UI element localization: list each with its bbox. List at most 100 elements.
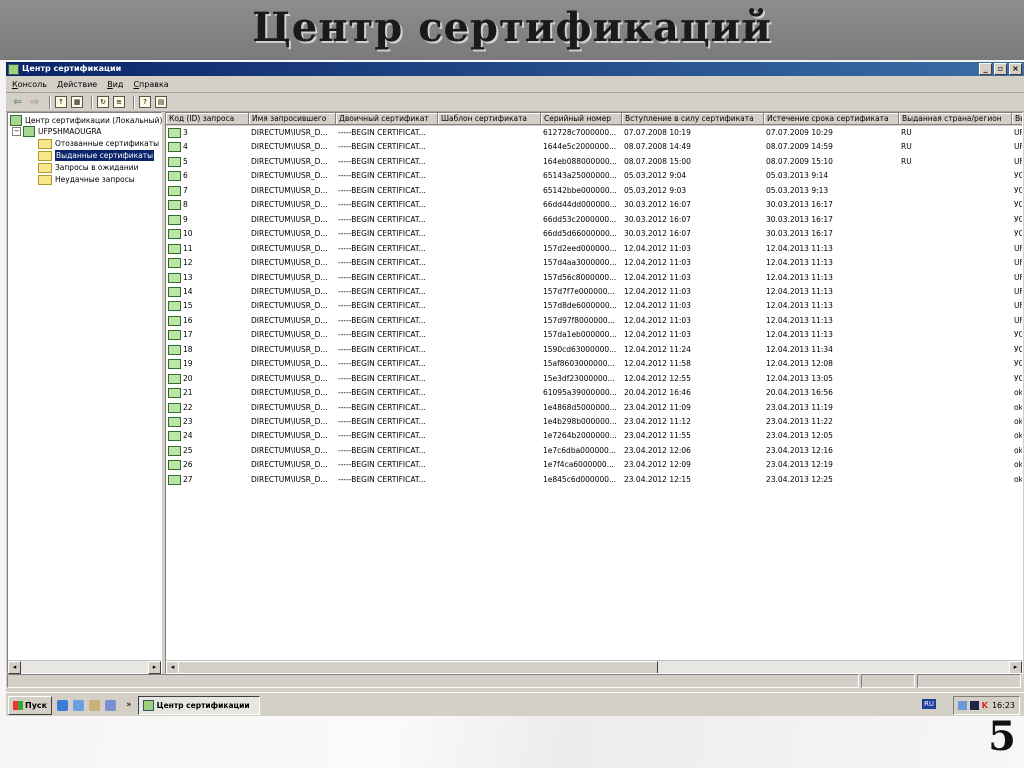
- column-header[interactable]: Шаблон сертификата: [438, 113, 541, 125]
- restore-button[interactable]: ▫: [994, 63, 1007, 75]
- tool-icon[interactable]: [89, 699, 101, 711]
- network-icon[interactable]: [957, 701, 967, 710]
- table-cell: DIRECTUM\IUSR_D...: [251, 315, 328, 325]
- table-cell: УС: [1014, 229, 1023, 239]
- table-row[interactable]: 11 DIRECTUM\IUSR_D... -----BEGIN CERTIFICA…: [166, 242, 1022, 257]
- request-id-cell: 16: [168, 314, 248, 328]
- menu-view[interactable]: Вид: [107, 80, 123, 89]
- column-header[interactable]: Выданная страна/регион: [899, 113, 1012, 125]
- column-header[interactable]: Код (ID) запроса: [166, 113, 249, 125]
- tree-item-revoked[interactable]: Отозванные сертификаты: [38, 138, 159, 149]
- refresh-icon[interactable]: ↻: [97, 96, 109, 108]
- table-row[interactable]: 5 DIRECTUM\IUSR_D... -----BEGIN CERTIFICAT…: [166, 155, 1022, 170]
- tree-item-label: Неудачные запросы: [55, 175, 135, 184]
- table-cell: -----BEGIN CERTIFICAT...: [338, 344, 426, 354]
- table-row[interactable]: 8 DIRECTUM\IUSR_D... -----BEGIN CERTIFICAT…: [166, 198, 1022, 213]
- table-row[interactable]: 27 DIRECTUM\IUSR_D... -----BEGIN CERTIFICA…: [166, 473, 1022, 488]
- folder-open-icon: [38, 150, 52, 161]
- tree-item-ca-root[interactable]: Центр сертификации (Локальный): [10, 115, 162, 126]
- table-cell: 20.04.2013 16:56: [766, 388, 833, 398]
- table-row[interactable]: 26 DIRECTUM\IUSR_D... -----BEGIN CERTIFICA…: [166, 458, 1022, 473]
- table-row[interactable]: 10 DIRECTUM\IUSR_D... -----BEGIN CERTIFICA…: [166, 227, 1023, 242]
- cell-text: 4: [183, 142, 188, 152]
- scroll-right-icon[interactable]: ▸: [148, 661, 161, 674]
- explorer-icon[interactable]: [73, 699, 85, 711]
- column-header[interactable]: Истечение срока сертификата: [764, 113, 899, 125]
- column-header[interactable]: Серийный номер: [541, 113, 622, 125]
- properties-icon[interactable]: ▤: [155, 96, 167, 108]
- cell-text: 13: [183, 272, 193, 282]
- table-row[interactable]: 24 DIRECTUM\IUSR_D... -----BEGIN CERTIFICA…: [166, 429, 1023, 444]
- tree-item-server[interactable]: − UFPSHMAOUGRA: [12, 126, 101, 137]
- table-row[interactable]: 22 DIRECTUM\IUSR_D... -----BEGIN CERTIFICA…: [166, 401, 1022, 416]
- antivirus-icon[interactable]: K: [982, 701, 988, 710]
- minimize-button[interactable]: _: [979, 63, 992, 75]
- column-header[interactable]: Двоичный сертификат: [336, 113, 438, 125]
- table-row[interactable]: 18 DIRECTUM\IUSR_D... -----BEGIN CERTIFICA…: [166, 343, 1022, 358]
- list-horizontal-scrollbar[interactable]: ◂ ▸: [166, 660, 1022, 673]
- table-row[interactable]: 17 DIRECTUM\IUSR_D... -----BEGIN CERTIFICA…: [166, 328, 1022, 343]
- tree-horizontal-scrollbar[interactable]: ◂ ▸: [8, 660, 161, 674]
- table-row[interactable]: 13 DIRECTUM\IUSR_D... -----BEGIN CERTIFICA…: [166, 271, 1022, 286]
- ie-icon[interactable]: [57, 699, 69, 711]
- tree-item-issued[interactable]: Выданные сертификаты: [38, 150, 155, 161]
- tree-item-pending[interactable]: Запросы в ожидании: [38, 162, 139, 173]
- app-icon[interactable]: [105, 699, 117, 711]
- table-row[interactable]: 20 DIRECTUM\IUSR_D... -----BEGIN CERTIFICA…: [166, 372, 1022, 387]
- table-row[interactable]: 3 DIRECTUM\IUSR_D... -----BEGIN CERTIFICAT…: [166, 126, 1022, 141]
- up-folder-icon[interactable]: ↑: [55, 96, 67, 108]
- cell-text: 18: [183, 344, 193, 354]
- monitor-icon[interactable]: [969, 701, 979, 710]
- collapse-icon[interactable]: −: [12, 127, 21, 136]
- table-cell: 08.07.2009 14:59: [766, 142, 833, 152]
- taskbar-item-ca[interactable]: Центр сертификации: [137, 695, 260, 715]
- window-title: Центр сертификации: [22, 64, 122, 73]
- menu-bar: Консоль Действие Вид Справка: [6, 76, 1024, 93]
- table-row[interactable]: 23 DIRECTUM\IUSR_D... -----BEGIN CERTIFICA…: [166, 415, 1022, 430]
- table-row[interactable]: 19 DIRECTUM\IUSR_D... -----BEGIN CERTIFICA…: [166, 357, 1022, 372]
- tree-item-label: UFPSHMAOUGRA: [38, 127, 102, 136]
- table-row[interactable]: 7 DIRECTUM\IUSR_D... -----BEGIN CERTIFICAT…: [166, 184, 1022, 199]
- export-list-icon[interactable]: ≡: [113, 96, 125, 108]
- start-button[interactable]: Пуск: [8, 695, 53, 715]
- column-header[interactable]: Вступление в силу сертификата: [622, 113, 764, 125]
- table-row[interactable]: 12 DIRECTUM\IUSR_D... -----BEGIN CERTIFICA…: [166, 256, 1022, 271]
- language-indicator[interactable]: RU: [922, 699, 936, 709]
- table-row[interactable]: 21 DIRECTUM\IUSR_D... -----BEGIN CERTIFICA…: [166, 386, 1022, 401]
- table-row[interactable]: 15 DIRECTUM\IUSR_D... -----BEGIN CERTIFICA…: [166, 299, 1022, 314]
- scroll-thumb[interactable]: [178, 661, 658, 673]
- close-button[interactable]: ×: [1009, 63, 1022, 75]
- certificate-icon: [168, 142, 181, 153]
- table-cell: 12.04.2013 11:13: [766, 258, 833, 268]
- request-id-cell: 5: [168, 155, 248, 169]
- table-row[interactable]: 9 DIRECTUM\IUSR_D... -----BEGIN CERTIFICAT…: [166, 213, 1022, 228]
- column-header[interactable]: Имя запросившего: [249, 113, 336, 125]
- scroll-right-icon[interactable]: ▸: [1009, 661, 1022, 673]
- table-cell: DIRECTUM\IUSR_D...: [251, 272, 328, 282]
- table-cell: 23.04.2012 12:15: [624, 474, 691, 484]
- table-row[interactable]: 25 DIRECTUM\IUSR_D... -----BEGIN CERTIFICA…: [166, 444, 1022, 459]
- table-cell: -----BEGIN CERTIFICAT...: [338, 431, 426, 441]
- menu-help[interactable]: Справка: [133, 80, 168, 89]
- back-arrow-icon[interactable]: ⇦: [11, 96, 24, 108]
- column-header[interactable]: Вь: [1012, 113, 1022, 125]
- taskbar-item-label: Центр сертификации: [156, 700, 250, 710]
- tree-item-failed[interactable]: Неудачные запросы: [38, 174, 135, 185]
- table-row[interactable]: 16 DIRECTUM\IUSR_D... -----BEGIN CERTIFICA…: [166, 314, 1022, 329]
- chevron-icon[interactable]: »: [126, 700, 132, 710]
- table-cell: ok: [1014, 431, 1023, 441]
- help-icon[interactable]: ?: [139, 96, 151, 108]
- table-row[interactable]: 4 DIRECTUM\IUSR_D... -----BEGIN CERTIFICAT…: [166, 140, 1022, 155]
- forward-arrow-icon[interactable]: ⇨: [28, 96, 41, 108]
- menu-console[interactable]: Консоль: [12, 80, 47, 89]
- cell-text: 19: [183, 359, 193, 369]
- table-cell: 08.07.2008 14:49: [624, 142, 691, 152]
- table-row[interactable]: 6 DIRECTUM\IUSR_D... -----BEGIN CERTIFICAT…: [166, 169, 1022, 184]
- show-tree-icon[interactable]: ▦: [71, 96, 83, 108]
- table-row[interactable]: 14 DIRECTUM\IUSR_D... -----BEGIN CERTIFICA…: [166, 285, 1022, 300]
- scroll-left-icon[interactable]: ◂: [8, 661, 21, 674]
- tree-item-label: Центр сертификации (Локальный): [25, 116, 163, 125]
- menu-action[interactable]: Действие: [57, 80, 97, 89]
- tree-item-label: Отозванные сертификаты: [55, 139, 160, 148]
- certificate-icon: [168, 431, 181, 442]
